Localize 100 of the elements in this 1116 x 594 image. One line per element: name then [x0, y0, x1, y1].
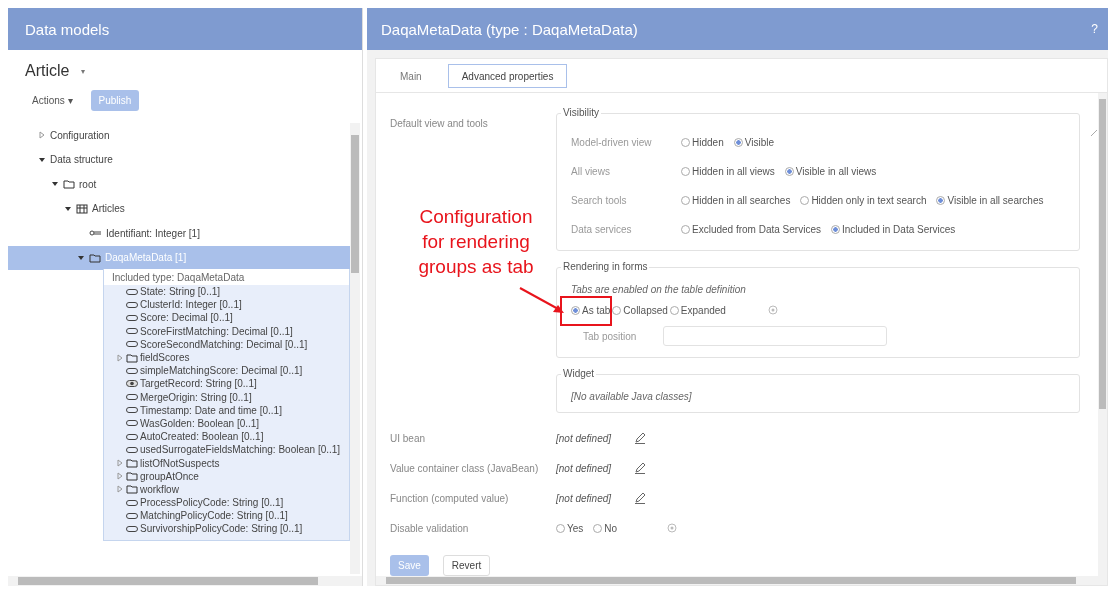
dropdown-caret[interactable]: ▾	[81, 66, 86, 76]
tree-item[interactable]: TargetRecord: String [0..1]	[116, 377, 349, 391]
key-icon	[89, 229, 102, 238]
tree-item[interactable]: groupAtOnce	[116, 469, 349, 483]
edit-button[interactable]	[634, 492, 646, 504]
tree-item[interactable]: usedSurrogateFieldsMatching: Boolean [0..1]	[116, 443, 349, 457]
radio-option[interactable]: Excluded from Data Services	[681, 224, 821, 235]
field-label: Data services	[571, 224, 633, 235]
tree-item[interactable]: fieldScores	[116, 350, 349, 365]
tree-item[interactable]: AutoCreated: Boolean [0..1]	[116, 430, 349, 444]
tree-item[interactable]: Score: Decimal [0..1]	[116, 311, 349, 325]
form-button[interactable]: Revert	[442, 555, 491, 576]
radio-option[interactable]: No	[593, 522, 618, 534]
field-icon	[126, 446, 138, 453]
edit-icon	[634, 432, 646, 444]
radio-option[interactable]: Hidden	[681, 137, 724, 148]
edit-button[interactable]	[634, 432, 646, 444]
tree-item[interactable]: WasGolden: Boolean [0..1]	[116, 416, 349, 431]
field-icon	[126, 341, 138, 348]
scroll-thumb[interactable]	[386, 577, 1076, 584]
horizontal-scrollbar[interactable]	[8, 576, 362, 586]
radio-option[interactable]: Visible in all views	[784, 166, 877, 177]
reset-icon	[667, 523, 678, 533]
field-icon	[126, 367, 138, 374]
field-label: UI bean	[390, 432, 427, 444]
field-icon	[126, 314, 138, 321]
vertical-scrollbar[interactable]	[1098, 93, 1107, 576]
radio-option[interactable]: As tab	[571, 304, 611, 316]
field-value: [not defined]	[556, 432, 613, 444]
field-icon	[126, 394, 138, 401]
panel-title: DaqaMetaData (type : DaqaMetaData)	[381, 20, 638, 38]
tree-item[interactable]: ScoreFirstMatching: Decimal [0..1]	[116, 324, 349, 338]
group-title: Widget	[561, 368, 597, 379]
tree-item[interactable]: root	[8, 172, 350, 197]
tree-item[interactable]: State: String [0..1]	[116, 285, 349, 299]
tree-item[interactable]: Timestamp: Date and time [0..1]	[116, 403, 349, 417]
tree-item[interactable]: ScoreSecondMatching: Decimal [0..1]	[116, 337, 349, 351]
folder-icon	[63, 179, 75, 190]
radio-option[interactable]: Visible	[733, 137, 774, 148]
field-label: All views	[571, 166, 611, 177]
field-value: [not defined]	[556, 492, 613, 504]
tree-item[interactable]: listOfNotSuspects	[116, 456, 349, 470]
radio-option[interactable]: Visible in all searches	[936, 195, 1044, 206]
scroll-thumb[interactable]	[1099, 99, 1106, 409]
actions-menu[interactable]: Actions ▾	[32, 95, 73, 106]
folder-icon	[89, 252, 101, 263]
tab[interactable]: Main	[386, 64, 436, 88]
table-icon	[76, 203, 88, 214]
hint-text: Tabs are enabled on the table definition	[571, 283, 747, 297]
tree-item[interactable]: Articles	[8, 196, 350, 221]
edit-button[interactable]	[634, 462, 646, 474]
scroll-thumb[interactable]	[18, 577, 318, 585]
field-label: Model-driven view	[571, 137, 653, 148]
tree-item[interactable]: SurvivorshipPolicyCode: String [0..1]	[116, 522, 349, 536]
model-title: Article	[25, 62, 70, 80]
folder-icon	[126, 352, 138, 363]
horizontal-scrollbar[interactable]	[376, 576, 1107, 585]
radio-option[interactable]: Hidden in all searches	[681, 195, 791, 206]
tree-item[interactable]: Identifiant: Integer [1]	[8, 221, 350, 246]
radio-option[interactable]: Yes	[556, 522, 584, 534]
field-icon	[126, 525, 138, 532]
field-icon	[126, 433, 138, 440]
edit-icon	[634, 462, 646, 474]
reset-icon	[767, 305, 778, 315]
edit-icon	[634, 492, 646, 504]
tree-item[interactable]: Configuration	[8, 123, 350, 148]
folder-icon	[126, 484, 138, 495]
tree-item[interactable]: ClusterId: Integer [0..1]	[116, 298, 349, 312]
field-label: Function (computed value)	[390, 492, 510, 504]
tab-position-field[interactable]	[663, 326, 887, 346]
field-icon	[126, 420, 138, 427]
tree-item[interactable]: ProcessPolicyCode: String [0..1]	[116, 496, 349, 510]
group-title: Rendering in forms	[561, 261, 650, 272]
radio-option[interactable]: Collapsed	[612, 304, 668, 316]
tree-item[interactable]: MergeOrigin: String [0..1]	[116, 390, 349, 404]
field-icon	[126, 288, 138, 295]
field-label: Default view and tools	[390, 117, 489, 129]
tree-item[interactable]: workflow	[116, 482, 349, 496]
field-label: Disable validation	[390, 522, 470, 534]
tree-item[interactable]: MatchingPolicyCode: String [0..1]	[116, 509, 349, 523]
panel-title: Data models	[25, 20, 110, 38]
link-field-icon	[126, 380, 138, 388]
field-label: Search tools	[571, 195, 628, 206]
vertical-scrollbar[interactable]	[350, 123, 360, 574]
highlight-box	[560, 296, 612, 326]
tree-item[interactable]: simpleMatchingScore: Decimal [0..1]	[116, 364, 349, 378]
radio-option[interactable]: Hidden only in text search	[800, 195, 927, 206]
folder-icon	[126, 458, 138, 469]
group-title: Visibility	[561, 107, 601, 118]
radio-option[interactable]: Hidden in all views	[681, 166, 775, 177]
folder-icon	[126, 471, 138, 482]
tree-item[interactable]: Data structure	[8, 147, 350, 172]
field-icon	[126, 328, 138, 335]
field-icon	[126, 301, 138, 308]
radio-option[interactable]: Included in Data Services	[830, 224, 956, 235]
tab[interactable]: Advanced properties	[447, 64, 568, 88]
radio-option[interactable]: Expanded	[669, 304, 726, 316]
field-label: Value container class (JavaBean)	[390, 462, 540, 474]
field-value: [not defined]	[556, 462, 613, 474]
scroll-thumb[interactable]	[351, 135, 359, 273]
